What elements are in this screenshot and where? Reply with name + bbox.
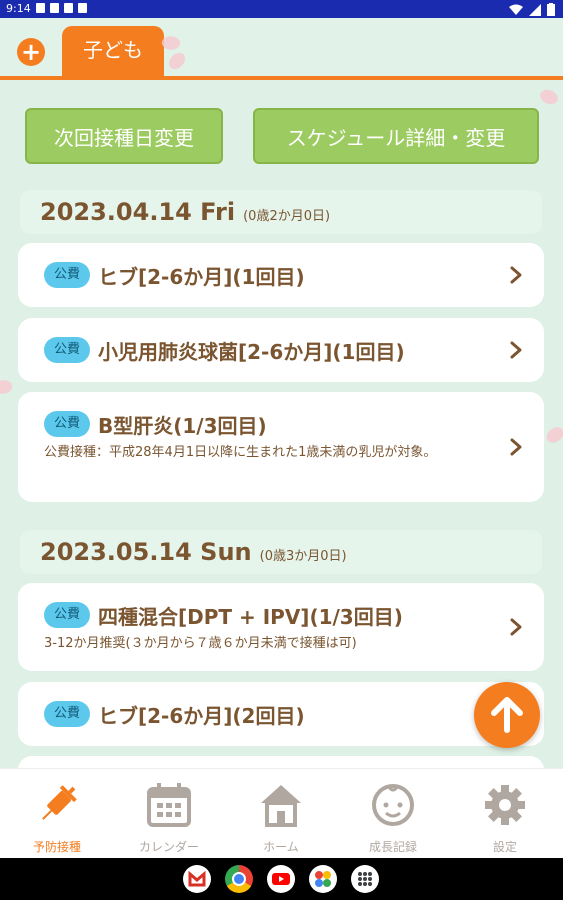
bottom-navigation: 予防接種 カレンダー ホーム 成長記録 設定 — [0, 768, 563, 859]
public-fund-badge: 公費 — [44, 602, 90, 628]
youtube-app-icon[interactable] — [267, 865, 295, 893]
system-app-bar — [0, 858, 563, 900]
chevron-right-icon — [510, 438, 522, 456]
vaccine-title: 四種混合[DPT + IPV](1/3回目) — [98, 605, 403, 629]
chevron-right-icon — [510, 618, 522, 636]
home-icon — [261, 785, 301, 827]
nav-calendar[interactable]: カレンダー — [113, 769, 225, 859]
date-header: 2023.04.14 Fri (0歳2か月0日) — [20, 190, 542, 234]
tab-child[interactable]: 子ども — [62, 26, 164, 76]
nav-label: ホーム — [263, 840, 299, 854]
vaccine-card[interactable]: 公費 ヒブ[2-6か月](1回目) — [18, 243, 544, 307]
public-fund-badge: 公費 — [44, 701, 90, 727]
calendar-icon — [147, 783, 191, 827]
public-fund-badge: 公費 — [44, 411, 90, 437]
arrow-up-icon — [491, 697, 523, 733]
public-fund-badge: 公費 — [44, 337, 90, 363]
scroll-to-top-button[interactable] — [474, 682, 540, 748]
vaccine-card[interactable] — [18, 756, 544, 768]
battery-icon — [547, 3, 555, 16]
nav-label: 予防接種 — [32, 840, 81, 854]
notification-icon — [50, 3, 59, 13]
vaccine-card[interactable]: 公費 四種混合[DPT + IPV](1/3回目) 3-12か月推奨(３か月から… — [18, 583, 544, 671]
public-fund-badge: 公費 — [44, 262, 90, 288]
chevron-right-icon — [510, 341, 522, 359]
nav-settings[interactable]: 設定 — [449, 769, 561, 859]
notification-icon — [78, 3, 87, 13]
syringe-icon — [42, 785, 77, 820]
status-bar: 9:14 — [0, 0, 563, 18]
sakura-petal-decoration — [544, 425, 563, 445]
change-next-date-button[interactable]: 次回接種日変更 — [25, 108, 223, 164]
vaccine-title: B型肝炎(1/3回目) — [98, 414, 267, 438]
vaccine-description: 3-12か月推奨(３か月から７歳６か月未満で接種は可) — [44, 636, 357, 651]
chevron-right-icon — [510, 266, 522, 284]
vaccine-title: ヒブ[2-6か月](2回目) — [98, 704, 305, 728]
notification-icon — [64, 3, 73, 13]
photos-app-icon[interactable] — [309, 865, 337, 893]
signal-icon — [529, 3, 541, 16]
sakura-petal-decoration — [537, 85, 561, 109]
nav-label: カレンダー — [138, 840, 199, 854]
add-child-button[interactable]: + — [17, 38, 45, 66]
app-drawer-icon[interactable] — [351, 865, 379, 893]
date-header: 2023.05.14 Sun (0歳3か月0日) — [20, 530, 542, 574]
gear-icon — [485, 785, 525, 825]
status-time: 9:14 — [6, 2, 31, 15]
schedule-detail-button[interactable]: スケジュール詳細・変更 — [253, 108, 539, 164]
child-tab-bar: + 子ども — [0, 18, 563, 80]
date-label: 2023.05.14 Sun — [40, 538, 252, 566]
nav-home[interactable]: ホーム — [225, 769, 337, 859]
sakura-petal-decoration — [165, 50, 189, 72]
vaccine-card[interactable]: 公費 小児用肺炎球菌[2-6か月](1回目) — [18, 318, 544, 382]
age-label: (0歳3か月0日) — [259, 549, 347, 564]
nav-label: 設定 — [492, 840, 517, 854]
gmail-app-icon[interactable] — [183, 865, 211, 893]
chrome-app-icon[interactable] — [225, 865, 253, 893]
vaccine-card[interactable]: 公費 ヒブ[2-6か月](2回目) — [18, 682, 544, 746]
sakura-petal-decoration — [0, 378, 14, 396]
wifi-icon — [509, 4, 523, 15]
vaccine-card[interactable]: 公費 B型肝炎(1/3回目) 公費接種：平成28年4月1日以降に生まれた1歳未満… — [18, 392, 544, 502]
nav-growth-record[interactable]: 成長記録 — [337, 769, 449, 859]
age-label: (0歳2か月0日) — [243, 209, 331, 224]
vaccination-list[interactable]: 次回接種日変更 スケジュール詳細・変更 2023.04.14 Fri (0歳2か月… — [0, 80, 563, 768]
vaccine-description: 公費接種：平成28年4月1日以降に生まれた1歳未満の乳児が対象。 — [44, 445, 437, 460]
notification-icon — [36, 3, 45, 13]
date-label: 2023.04.14 Fri — [40, 198, 236, 226]
nav-vaccination[interactable]: 予防接種 — [1, 769, 113, 859]
baby-face-icon — [372, 784, 414, 826]
vaccine-title: 小児用肺炎球菌[2-6か月](1回目) — [98, 340, 405, 364]
vaccine-title: ヒブ[2-6か月](1回目) — [98, 265, 305, 289]
nav-label: 成長記録 — [368, 840, 417, 854]
